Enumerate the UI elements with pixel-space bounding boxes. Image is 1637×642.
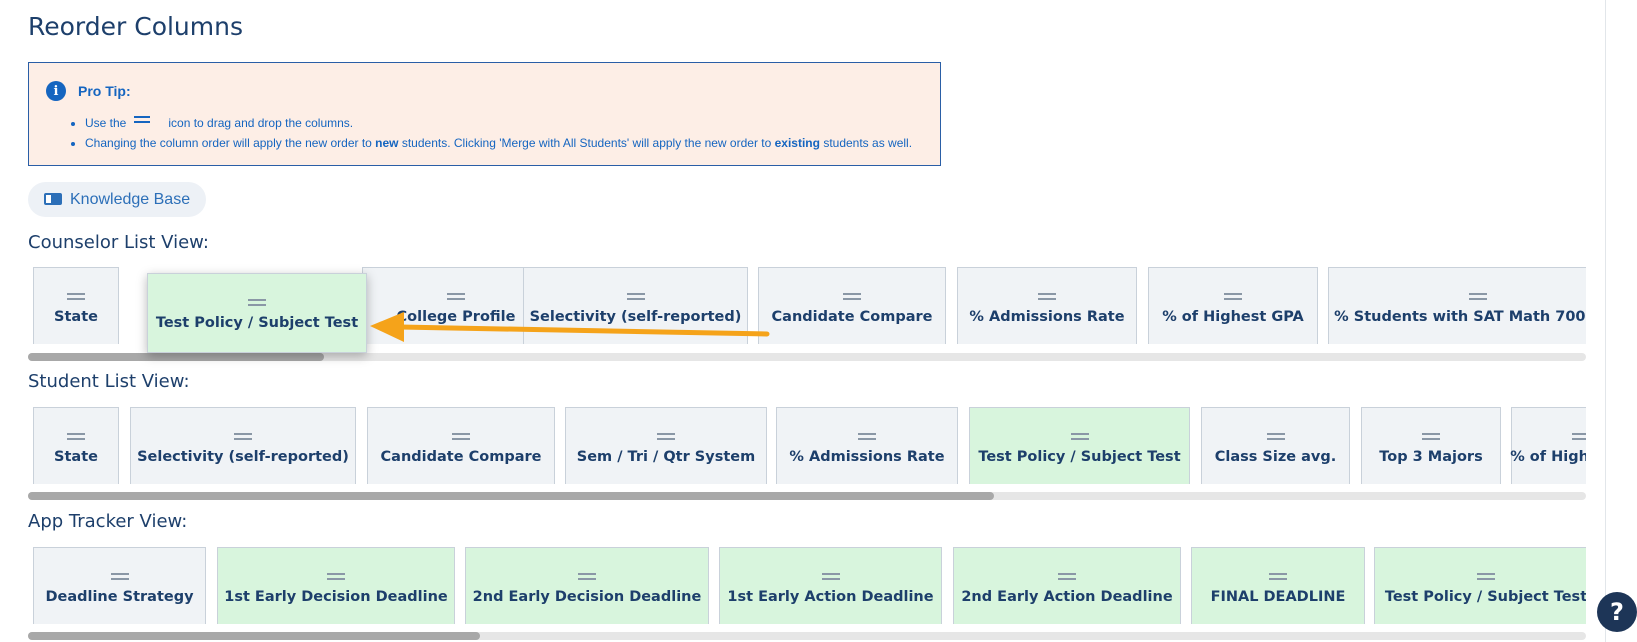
column-label: Test Policy / Subject Test: [1384, 589, 1586, 605]
drag-handle-icon[interactable]: [657, 433, 675, 440]
info-icon: i: [46, 81, 66, 101]
drag-handle-icon[interactable]: [1224, 293, 1242, 300]
column-label: Class Size avg.: [1214, 449, 1337, 465]
drag-handle-icon[interactable]: [821, 573, 840, 580]
drag-handle-icon[interactable]: [67, 293, 85, 300]
column-label: 1st Early Action Deadline: [727, 589, 934, 605]
drag-handle-icon[interactable]: [858, 433, 876, 440]
drag-handle-icon[interactable]: [447, 293, 465, 300]
drag-handle-icon[interactable]: [110, 573, 129, 580]
column-card[interactable]: Sem / Tri / Qtr System: [565, 407, 767, 484]
column-card[interactable]: FINAL DEADLINE: [1191, 547, 1365, 624]
column-label: Selectivity (self-reported): [137, 449, 349, 465]
drag-handle-icon[interactable]: [1266, 433, 1285, 440]
student-list-view-label: Student List View:: [28, 371, 190, 392]
column-card[interactable]: Candidate Compare: [758, 267, 946, 344]
column-card[interactable]: % Admissions Rate: [776, 407, 958, 484]
column-card[interactable]: Deadline Strategy: [33, 547, 206, 624]
column-label: 2nd Early Action Deadline: [961, 589, 1173, 605]
tip-header: i Pro Tip:: [46, 81, 131, 101]
column-label: Candidate Compare: [380, 449, 542, 465]
column-card[interactable]: Test Policy / Subject Test: [1374, 547, 1586, 624]
column-card[interactable]: % Admissions Rate: [957, 267, 1137, 344]
column-label: State: [54, 309, 98, 325]
column-label: % of Highest GPA: [1162, 309, 1304, 325]
dragging-column-label: Test Policy / Subject Test: [155, 315, 359, 331]
drag-handle-icon[interactable]: [1269, 573, 1287, 580]
drag-handle-icon[interactable]: [843, 293, 861, 300]
column-card[interactable]: 2nd Early Action Deadline: [953, 547, 1181, 624]
student-scrollbar-thumb[interactable]: [28, 492, 994, 500]
column-card[interactable]: % of Highest GPA: [1510, 407, 1586, 484]
tip-item-drag: Use the icon to drag and drop the columns…: [70, 113, 912, 133]
drag-handle-icon[interactable]: [327, 573, 345, 580]
counselor-scrollbar[interactable]: [28, 353, 1586, 361]
drag-handle-icon[interactable]: [1058, 573, 1076, 580]
column-card[interactable]: 2nd Early Decision Deadline: [465, 547, 709, 624]
column-label: % Admissions Rate: [789, 449, 945, 465]
tracker-columns-row: Deadline Strategy 1st Early Decision Dead…: [28, 542, 1586, 624]
column-label: Test Policy / Subject Test: [978, 449, 1181, 465]
column-label: College Profile: [396, 309, 516, 325]
column-label: Sem / Tri / Qtr System: [576, 449, 756, 465]
drag-handle-icon[interactable]: [1469, 293, 1487, 300]
drag-handle-icon[interactable]: [1038, 293, 1056, 300]
drag-handle-icon[interactable]: [67, 433, 85, 440]
column-card[interactable]: 1st Early Decision Deadline: [217, 547, 455, 624]
column-card[interactable]: State: [33, 267, 119, 344]
column-card[interactable]: College Profile: [362, 267, 550, 344]
column-card[interactable]: Class Size avg.: [1201, 407, 1350, 484]
counselor-list-view-label: Counselor List View:: [28, 232, 209, 253]
knowledge-base-button[interactable]: Knowledge Base: [28, 182, 207, 217]
column-card[interactable]: Selectivity (self-reported): [523, 267, 748, 344]
column-label: % of Highest GPA: [1510, 449, 1586, 465]
drag-handle-icon[interactable]: [1572, 433, 1586, 440]
column-card[interactable]: % Students with SAT Math 700-800: [1328, 267, 1586, 344]
drag-handle-icon[interactable]: [626, 293, 645, 300]
dragging-column-card[interactable]: Test Policy / Subject Test: [147, 273, 367, 353]
column-card[interactable]: State: [33, 407, 119, 484]
pro-tip-box: i Pro Tip: Use the icon to drag and drop …: [28, 62, 941, 166]
drag-handle-icon[interactable]: [1422, 433, 1440, 440]
knowledge-base-label: Knowledge Base: [70, 190, 191, 208]
column-label: % Students with SAT Math 700-800: [1334, 309, 1586, 325]
column-label: Deadline Strategy: [45, 589, 194, 605]
drag-handle-icon[interactable]: [578, 573, 596, 580]
column-label: Selectivity (self-reported): [529, 309, 742, 325]
tip-title: Pro Tip:: [78, 83, 131, 99]
page-title: Reorder Columns: [28, 12, 244, 41]
tip-item-order: Changing the column order will apply the…: [70, 133, 912, 153]
column-label: Candidate Compare: [771, 309, 933, 325]
column-label: FINAL DEADLINE: [1210, 589, 1346, 605]
column-label: 2nd Early Decision Deadline: [472, 589, 702, 605]
tip-list: Use the icon to drag and drop the columns…: [70, 113, 912, 153]
column-card[interactable]: 1st Early Action Deadline: [719, 547, 942, 624]
help-button[interactable]: ?: [1597, 592, 1637, 632]
counselor-scrollbar-thumb[interactable]: [28, 353, 324, 361]
tracker-scrollbar-thumb[interactable]: [28, 632, 480, 640]
column-label: State: [54, 449, 98, 465]
student-scrollbar[interactable]: [28, 492, 1586, 500]
drag-handle-icon[interactable]: [248, 299, 266, 306]
page-right-border: [1605, 0, 1606, 642]
column-card[interactable]: Test Policy / Subject Test: [969, 407, 1190, 484]
book-icon: [44, 192, 64, 207]
drag-handle-icon: [134, 116, 151, 124]
column-card[interactable]: Selectivity (self-reported): [130, 407, 356, 484]
drag-handle-icon[interactable]: [1070, 433, 1089, 440]
drag-handle-icon[interactable]: [452, 433, 470, 440]
tracker-scrollbar[interactable]: [28, 632, 1586, 640]
student-columns-row: State Selectivity (self-reported) Candidat…: [28, 402, 1586, 484]
app-tracker-view-label: App Tracker View:: [28, 511, 188, 532]
column-label: Top 3 Majors: [1379, 449, 1483, 465]
column-label: 1st Early Decision Deadline: [224, 589, 448, 605]
column-label: % Admissions Rate: [969, 309, 1125, 325]
drag-handle-icon[interactable]: [234, 433, 252, 440]
column-card[interactable]: Top 3 Majors: [1361, 407, 1501, 484]
drag-handle-icon[interactable]: [1477, 573, 1495, 580]
column-card[interactable]: % of Highest GPA: [1148, 267, 1318, 344]
column-card[interactable]: Candidate Compare: [367, 407, 555, 484]
